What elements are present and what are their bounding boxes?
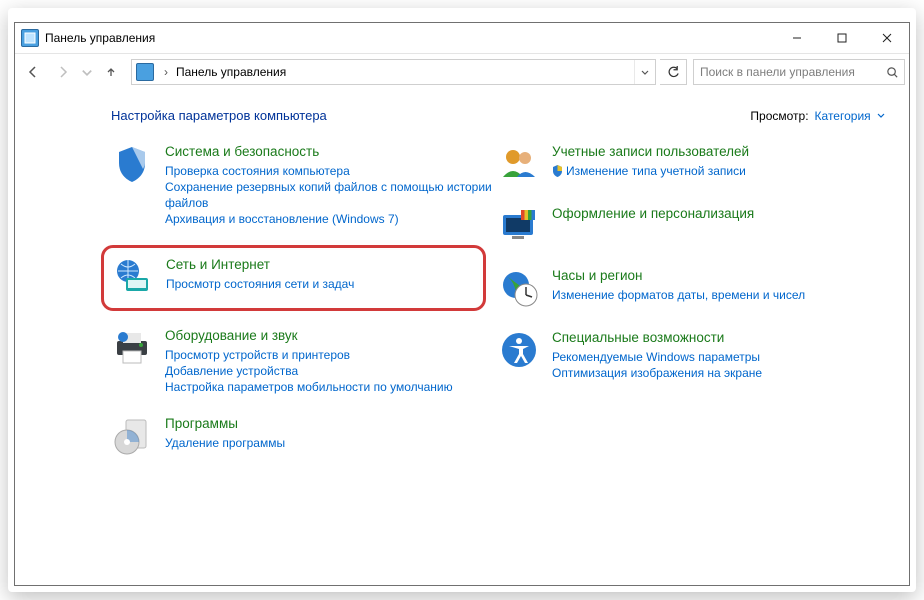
recent-locations-button[interactable] [79,58,95,86]
task-link[interactable]: Проверка состояния компьютера [165,163,498,179]
task-link[interactable]: Архивация и восстановление (Windows 7) [165,211,498,227]
column-left: Система и безопасность Проверка состояни… [111,137,498,471]
task-link[interactable]: Рекомендуемые Windows параметры [552,349,885,365]
close-button[interactable] [864,24,909,53]
breadcrumb-item[interactable]: Панель управления [174,65,288,79]
category-title[interactable]: Часы и регион [552,268,642,283]
control-panel-icon [136,63,154,81]
printer-icon [111,327,153,369]
category-user-accounts: Учетные записи пользователей Изменение т… [498,137,885,199]
column-right: Учетные записи пользователей Изменение т… [498,137,885,471]
minimize-button[interactable] [774,24,819,53]
category-hardware-sound: Оборудование и звук Просмотр устройств и… [111,321,498,409]
search-icon[interactable] [880,66,904,79]
category-ease-of-access: Специальные возможности Рекомендуемые Wi… [498,323,885,395]
task-link[interactable]: Просмотр устройств и принтеров [165,347,498,363]
maximize-button[interactable] [819,24,864,53]
clock-globe-icon [498,267,540,309]
navbar: › Панель управления [15,54,909,90]
task-link[interactable]: Сохранение резервных копий файлов с помо… [165,179,498,211]
search-box[interactable] [693,59,905,85]
page-heading: Настройка параметров компьютера [111,108,327,123]
address-bar[interactable]: › Панель управления [131,59,656,85]
shield-icon [111,143,153,185]
task-link[interactable]: Удаление программы [165,435,498,451]
titlebar: Панель управления [15,23,909,54]
chevron-right-icon[interactable]: › [158,65,174,79]
content-area: Настройка параметров компьютера Просмотр… [15,90,909,585]
control-panel-icon [21,29,39,47]
address-dropdown-button[interactable] [634,60,655,84]
category-title[interactable]: Программы [165,416,238,431]
view-by: Просмотр: Категория [750,109,885,123]
category-system-security: Система и безопасность Проверка состояни… [111,137,498,241]
search-input[interactable] [694,65,880,79]
task-link[interactable]: Настройка параметров мобильности по умол… [165,379,498,395]
refresh-button[interactable] [660,59,687,85]
task-link[interactable]: Просмотр состояния сети и задач [166,276,471,292]
uac-shield-icon [552,165,563,177]
category-title[interactable]: Оборудование и звук [165,328,298,343]
view-label: Просмотр: [750,109,808,123]
category-title[interactable]: Сеть и Интернет [166,257,270,272]
task-link[interactable]: Добавление устройства [165,363,498,379]
category-programs: Программы Удаление программы [111,409,498,471]
category-title[interactable]: Система и безопасность [165,144,319,159]
back-button[interactable] [19,58,47,86]
disc-box-icon [111,415,153,457]
highlight-annotation: Сеть и Интернет Просмотр состояния сети … [101,245,486,311]
view-dropdown[interactable]: Категория [815,109,885,123]
category-network-internet: Сеть и Интернет Просмотр состояния сети … [112,256,471,298]
task-link[interactable]: Изменение типа учетной записи [566,163,746,179]
window: Панель управления [14,22,910,586]
category-appearance: Оформление и персонализация [498,199,885,261]
category-title[interactable]: Оформление и персонализация [552,206,754,221]
ease-of-access-icon [498,329,540,371]
forward-button[interactable] [49,58,77,86]
task-link[interactable]: Изменение форматов даты, времени и чисел [552,287,885,303]
window-title: Панель управления [45,31,155,45]
monitor-personalization-icon [498,205,540,247]
category-title[interactable]: Учетные записи пользователей [552,144,749,159]
globe-network-icon [112,256,154,298]
category-clock-region: Часы и регион Изменение форматов даты, в… [498,261,885,323]
users-icon [498,143,540,185]
task-link[interactable]: Оптимизация изображения на экране [552,365,885,381]
category-title[interactable]: Специальные возможности [552,330,724,345]
view-value: Категория [815,109,871,123]
up-button[interactable] [97,58,125,86]
